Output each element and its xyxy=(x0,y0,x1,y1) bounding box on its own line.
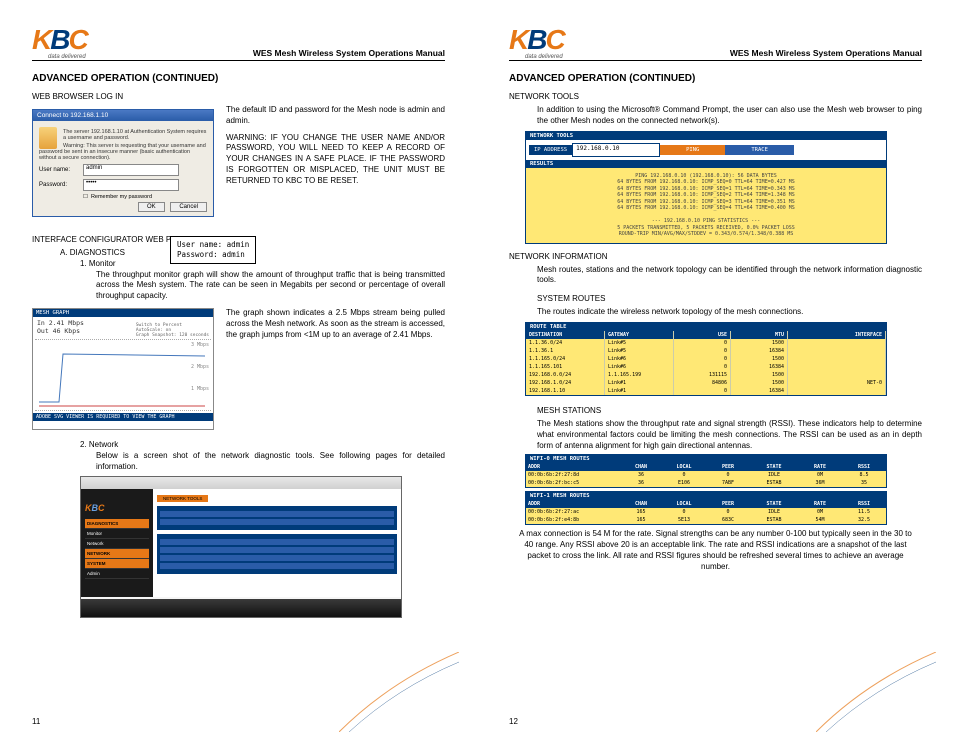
graph-description: The graph shown indicates a 2.5 Mbps str… xyxy=(226,308,445,340)
remember-checkbox[interactable]: ☐ Remember my password xyxy=(83,194,207,200)
header-title: WES Mesh Wireless System Operations Manu… xyxy=(32,48,445,61)
cancel-button[interactable]: Cancel xyxy=(170,202,207,212)
mesh-stations-text: The Mesh stations show the throughput ra… xyxy=(537,419,922,451)
diag-1-text: The throughput monitor graph will show t… xyxy=(96,270,445,302)
web-login-label: WEB BROWSER LOG IN xyxy=(32,92,445,101)
system-routes-label: SYSTEM ROUTES xyxy=(537,294,922,303)
graph-plot-area: 3 Mbps 2 Mbps 1 Mbps xyxy=(35,339,211,411)
ping-button[interactable]: PING xyxy=(660,145,725,155)
network-tools-panel: NETWORK TOOLS IP ADDRESS 192.168.0.10 PI… xyxy=(525,131,887,244)
ping-results: PING 192.168.0.10 (192.168.0.10): 56 DAT… xyxy=(526,168,886,243)
ip-address-label: IP ADDRESS xyxy=(529,145,572,155)
mesh-row: 00:0b:6b:2f:27:ac16500IDLE0M11.5 xyxy=(526,508,886,516)
username-input[interactable]: admin xyxy=(83,164,179,176)
mesh-row: 00:0b:6b:2f:e4:8b1655E13683CESTAB54M32.5 xyxy=(526,516,886,524)
login-titlebar: Connect to 192.168.1.10 xyxy=(33,110,213,121)
throughput-graph: MESH GRAPH In 2.41 Mbps Out 46 Kbps Swit… xyxy=(32,308,214,430)
system-routes-text: The routes indicate the wireless network… xyxy=(537,307,922,318)
network-info-text: Mesh routes, stations and the network to… xyxy=(537,265,922,287)
mesh-stations-label: MESH STATIONS xyxy=(537,406,922,415)
page-number: 11 xyxy=(32,717,40,726)
route-table: ROUTE TABLE DESTINATION GATEWAY USE MTU … xyxy=(525,322,887,396)
wifi0-mesh-table: WIFI-0 MESH ROUTES ADDR CHAN LOCAL PEER … xyxy=(525,454,887,488)
password-input[interactable]: ••••• xyxy=(83,179,179,191)
mesh-row: 00:0b:6b:2f:bc:c536E1067ABFESTAB36M35 xyxy=(526,479,886,487)
graph-header: MESH GRAPH xyxy=(33,309,213,317)
graph-footer: ADOBE SVG VIEWER IS REQUIRED TO VIEW THE… xyxy=(33,413,213,421)
password-label: Password: xyxy=(39,182,83,188)
route-row: 1.1.165.101Link#6016384 xyxy=(526,363,886,371)
route-row: 1.1.36.0/24Link#501500 xyxy=(526,339,886,347)
ss-sidebar-nav: DIAGNOSTICS Monitor Network NETWORK SYST… xyxy=(85,519,149,579)
diag-2: 2. Network xyxy=(80,440,445,451)
ok-button[interactable]: OK xyxy=(138,202,165,212)
diag-2-text: Below is a screen shot of the network di… xyxy=(96,451,445,473)
nt-header: NETWORK TOOLS xyxy=(526,132,886,140)
trace-button[interactable]: TRACE xyxy=(725,145,794,155)
page-11: KBC data delivered WES Mesh Wireless Sys… xyxy=(0,0,477,738)
lock-keys-icon xyxy=(39,127,57,149)
login-server-text: The server 192.168.1.10 at Authenticatio… xyxy=(39,129,207,141)
username-label: User name: xyxy=(39,167,83,173)
login-dialog: Connect to 192.168.1.10 The server 192.1… xyxy=(32,109,214,217)
network-diag-screenshot: KBC DIAGNOSTICS Monitor Network NETWORK … xyxy=(80,476,402,618)
tail-text: A max connection is 54 M for the rate. S… xyxy=(509,529,922,572)
ss-tab: NETWORK TOOLS xyxy=(157,495,208,502)
route-row: 192.168.1.0/24Link#1848061500NET-0 xyxy=(526,379,886,387)
login-default-text: The default ID and password for the Mesh… xyxy=(226,105,445,127)
diag-1: 1. Monitor xyxy=(80,259,445,270)
route-row: 1.1.36.1Link#5016384 xyxy=(526,347,886,355)
login-warning-text: Warning: This server is requesting that … xyxy=(39,143,207,161)
swoosh-graphic xyxy=(339,652,459,732)
route-row: 192.168.0.0/241.1.165.1991311151500 xyxy=(526,371,886,379)
credentials-callout: User name: admin Password: admin xyxy=(170,236,256,264)
network-info-label: NETWORK INFORMATION xyxy=(509,252,922,261)
results-header: RESULTS xyxy=(526,160,886,168)
document-spread: KBC data delivered WES Mesh Wireless Sys… xyxy=(0,0,954,738)
page-12: KBC data delivered WES Mesh Wireless Sys… xyxy=(477,0,954,738)
ip-address-input[interactable]: 192.168.0.10 xyxy=(572,143,660,157)
graph-line-svg xyxy=(35,340,211,410)
wifi1-mesh-table: WIFI-1 MESH ROUTES ADDR CHAN LOCAL PEER … xyxy=(525,491,887,525)
login-warning-paragraph: WARNING: IF YOU CHANGE THE USER NAME AND… xyxy=(226,133,445,187)
swoosh-graphic xyxy=(816,652,936,732)
network-tools-text: In addition to using the Microsoft® Comm… xyxy=(537,105,922,127)
route-row: 1.1.165.0/24Link#601500 xyxy=(526,355,886,363)
header-title: WES Mesh Wireless System Operations Manu… xyxy=(509,48,922,61)
route-row: 192.168.1.10Link#1016384 xyxy=(526,387,886,395)
section-title: ADVANCED OPERATION (CONTINUED) xyxy=(32,73,445,84)
network-tools-label: NETWORK TOOLS xyxy=(509,92,922,101)
section-title: ADVANCED OPERATION (CONTINUED) xyxy=(509,73,922,84)
mesh-row: 00:0b:6b:2f:27:8d3600IDLE0M8.5 xyxy=(526,471,886,479)
page-number: 12 xyxy=(509,717,518,726)
